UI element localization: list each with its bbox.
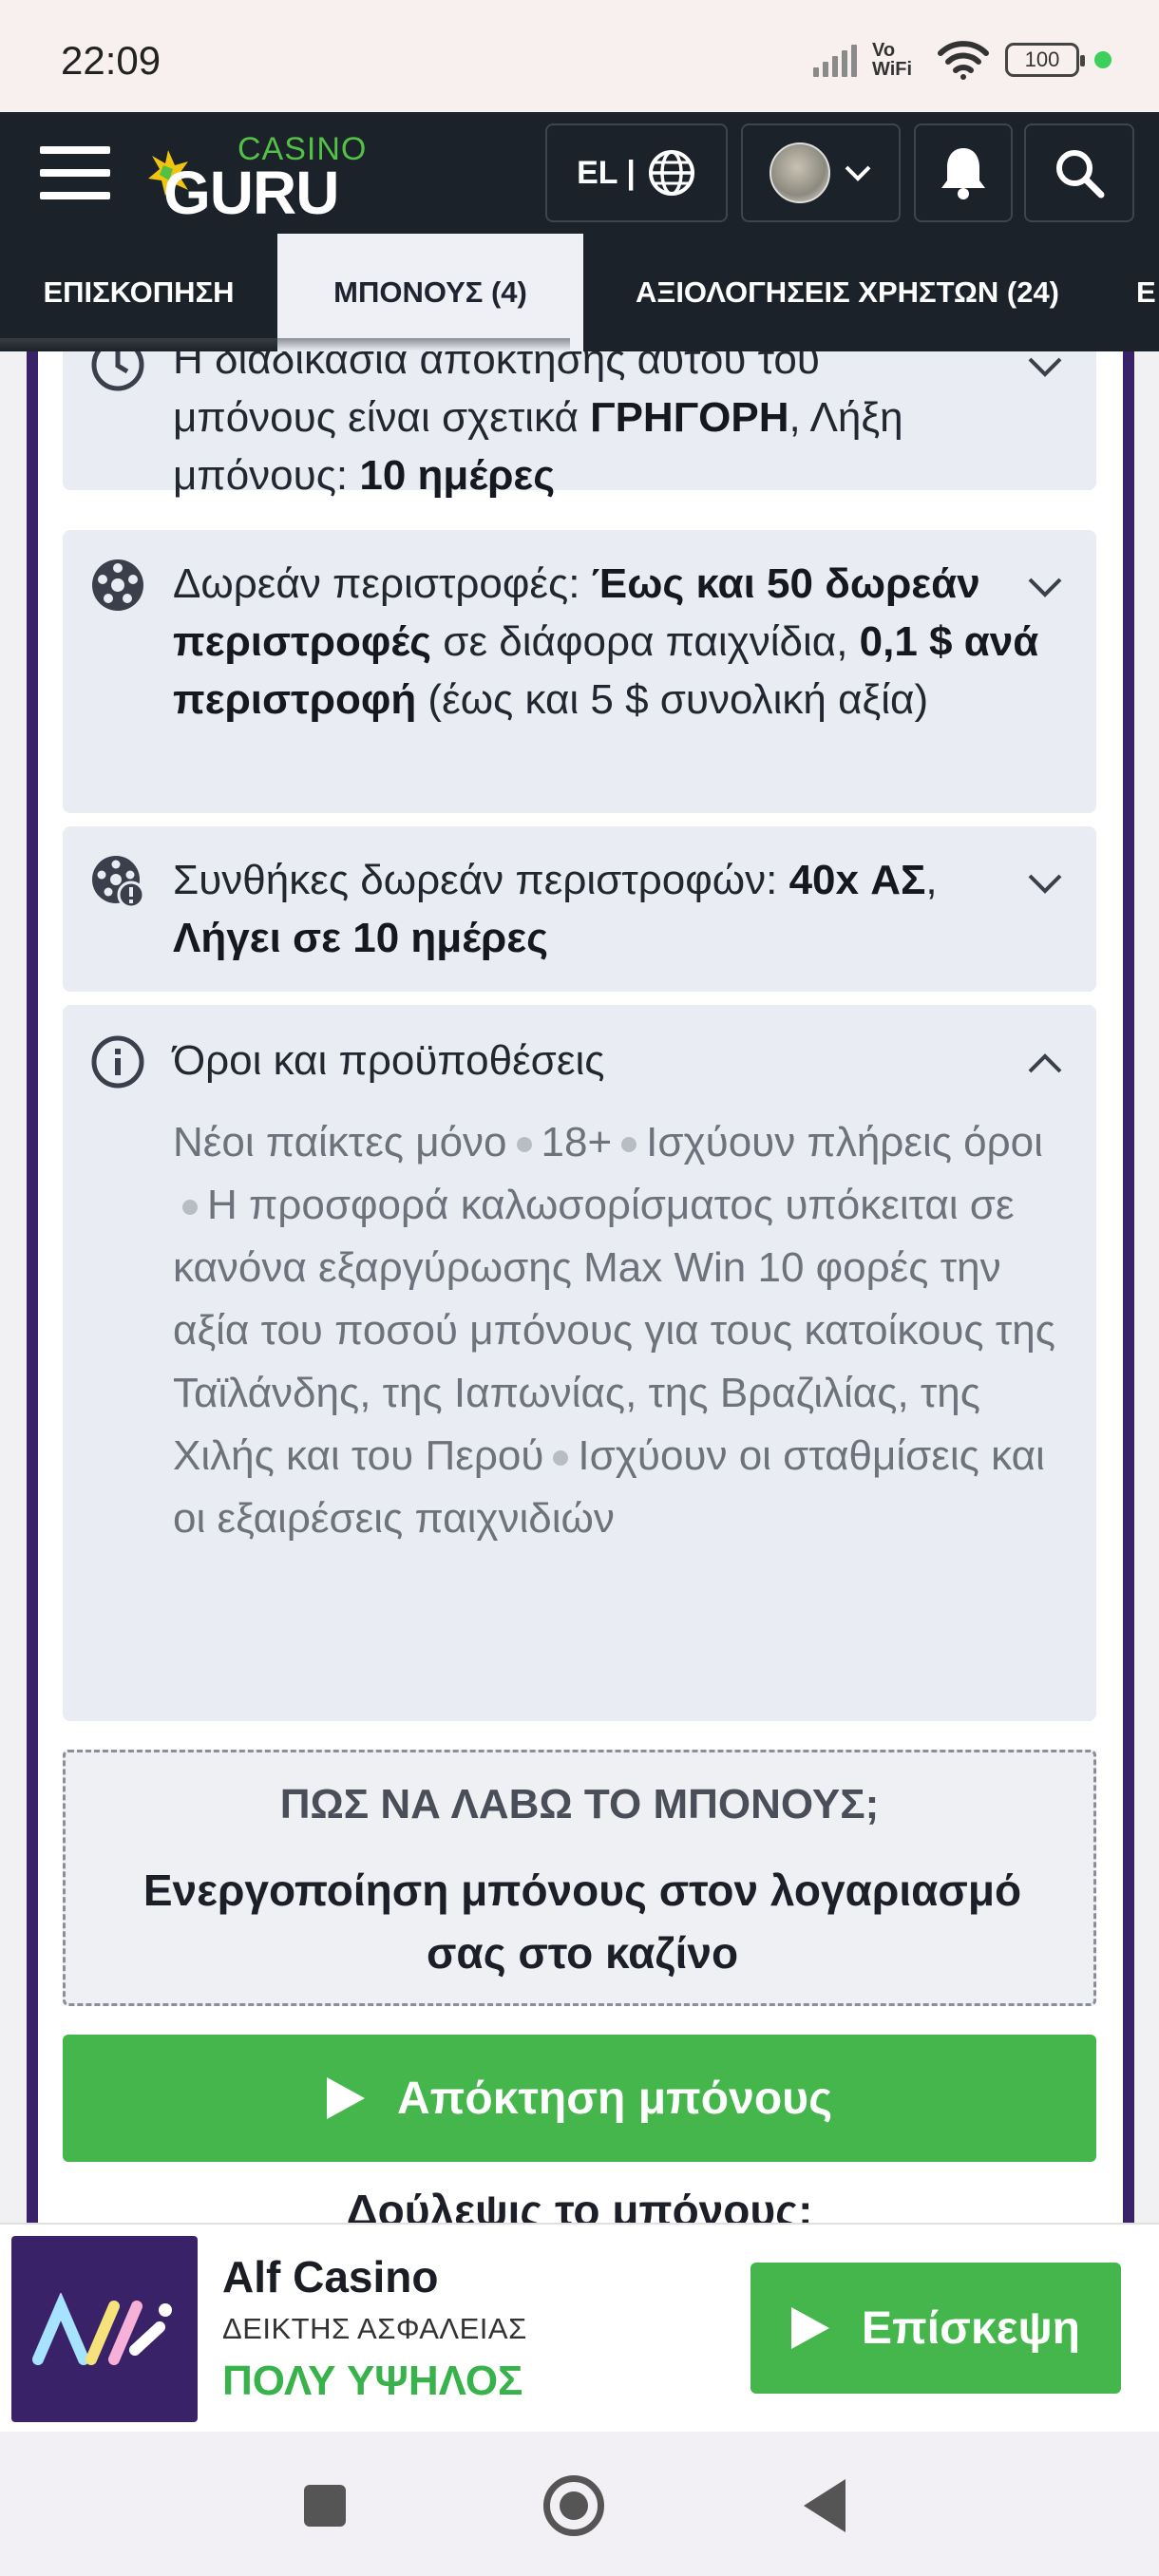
status-time: 22:09 [61, 38, 162, 83]
speed-line3-pre: μπόνους: [173, 452, 360, 499]
terms-title: Όροι και προϋποθέσεις [173, 1037, 605, 1084]
site-header: CASINO GURU EL | [0, 112, 1159, 234]
status-icons: Vo WiFi 100 [813, 36, 1112, 84]
language-label: EL | [577, 154, 636, 191]
play-icon [326, 2077, 365, 2119]
chevron-down-icon [1028, 357, 1062, 377]
chevron-down-icon [845, 165, 871, 181]
speed-line1: Η διαδικασία απόκτησης αυτού του [173, 351, 820, 383]
privacy-indicator-dot [1094, 51, 1112, 68]
card-frame-right [1123, 351, 1134, 2223]
recent-apps-button[interactable] [304, 2485, 346, 2527]
tab-next-partial[interactable]: Ε [1136, 234, 1159, 351]
free-spins-prefix: Δωρεάν περιστροφές: [173, 560, 592, 607]
wagering-value: 40x ΑΣ [788, 857, 926, 903]
free-spins-wheel-icon [92, 559, 143, 611]
clock-icon [91, 351, 144, 391]
bullet-dot [182, 1200, 198, 1216]
free-spins-text: Δωρεάν περιστροφές: Έως και 50 δωρεάν πε… [173, 555, 1056, 729]
terms-item: 18+ [541, 1119, 613, 1165]
menu-icon[interactable] [40, 146, 110, 199]
wheel-warning-icon [92, 856, 145, 909]
bonus-speed-text: Η διαδικασία απόκτησης αυτού του μπόνους… [173, 351, 1056, 504]
bullet-dot [516, 1137, 532, 1153]
back-button[interactable] [804, 2479, 846, 2532]
search-icon [1056, 150, 1105, 199]
system-navigation-bar [0, 2432, 1159, 2576]
casino-guru-logo[interactable]: CASINO GURU [142, 131, 366, 227]
alf-casino-logo[interactable] [11, 2236, 198, 2422]
language-selector[interactable]: EL | [545, 123, 728, 222]
tab-user-reviews[interactable]: ΑΞΙΟΛΟΓΗΣΕΙΣ ΧΡΗΣΤΩΝ (24) [583, 234, 1112, 351]
signal-icon [813, 43, 857, 77]
spin-conditions-row[interactable]: Συνθήκες δωρεάν περιστροφών: 40x ΑΣ, Λήγ… [63, 826, 1096, 992]
bell-icon [941, 148, 985, 199]
vowifi-label: Vo WiFi [872, 40, 913, 80]
home-button[interactable] [543, 2475, 604, 2536]
alf-logo-mark-icon [32, 2293, 172, 2365]
safety-index-label: ΔΕΙΚΤΗΣ ΑΣΦΑΛΕΙΑΣ [222, 2312, 527, 2345]
visit-label: Επίσκεψη [862, 2302, 1080, 2354]
chevron-down-icon [1028, 874, 1062, 894]
terms-conditions-row[interactable]: Όροι και προϋποθέσεις Νέοι παίκτες μόνο 1… [63, 1005, 1096, 1721]
safety-index-value: ΠΟΛΥ ΥΨΗΛΟΣ [222, 2358, 523, 2404]
claim-bonus-label: Απόκτηση μπόνους [396, 2073, 833, 2124]
tab-bonuses[interactable]: ΜΠΟΝΟΥΣ (4) [277, 234, 583, 351]
tab-overview[interactable]: ΕΠΙΣΚΟΠΗΣΗ [0, 234, 277, 351]
battery-icon: 100 [1005, 43, 1085, 77]
terms-item: Νέοι παίκτες μόνο [173, 1119, 507, 1165]
free-spins-mid: σε διάφορα παιχνίδια, [431, 618, 860, 665]
spin-conditions-prefix: Συνθήκες δωρεάν περιστροφών: [173, 857, 789, 903]
speed-value: ΓΡΗΓΟΡΗ [590, 394, 789, 441]
terms-list: Νέοι παίκτες μόνο 18+ Ισχύουν πλήρεις όροι… [173, 1111, 1056, 1550]
card-frame-left [27, 351, 38, 2223]
status-bar: 22:09 Vo WiFi 100 [0, 0, 1159, 112]
bonus-details: Η διαδικασία απόκτησης αυτού του μπόνους… [0, 351, 1159, 2223]
visit-casino-button[interactable]: Επίσκεψη [750, 2263, 1121, 2394]
terms-item: Ισχύουν πλήρεις όροι [646, 1119, 1043, 1165]
bullet-dot [553, 1450, 569, 1467]
chevron-down-icon [1028, 578, 1062, 597]
search-button[interactable] [1024, 123, 1134, 222]
spin-conditions-text: Συνθήκες δωρεάν περιστροφών: 40x ΑΣ, Λήγ… [173, 851, 1056, 967]
claim-bonus-button[interactable]: Απόκτηση μπόνους [63, 2035, 1096, 2162]
wagering-section-heading: Δούλεψις το μπόνους: [346, 2186, 813, 2223]
how-to-claim-title: ΠΩΣ ΝΑ ΛΑΒΩ ΤΟ ΜΠΟΝΟΥΣ; [279, 1781, 880, 1828]
speed-line2-pre: μπόνους είναι σχετικά [173, 394, 591, 441]
how-to-claim-box: ΠΩΣ ΝΑ ΛΑΒΩ ΤΟ ΜΠΟΝΟΥΣ; Ενεργοποίηση μπό… [63, 1750, 1096, 2006]
bonus-speed-row[interactable]: Η διαδικασία απόκτησης αυτού του μπόνους… [63, 351, 1096, 499]
how-to-claim-text: Ενεργοποίηση μπόνους στον λογαριασμό σας… [142, 1866, 1022, 1978]
logo-guru-text: GURU [163, 159, 339, 227]
bonus-expiry-value: 10 ημέρες [359, 452, 556, 499]
bullet-dot [621, 1137, 637, 1153]
chevron-up-icon [1028, 1053, 1062, 1073]
avatar [770, 142, 830, 203]
info-icon [91, 1035, 144, 1089]
ad-casino-name: Alf Casino [222, 2252, 439, 2301]
casino-promo-bar: Alf Casino ΔΕΙΚΤΗΣ ΑΣΦΑΛΕΙΑΣ ΠΟΛΥ ΥΨΗΛΟΣ… [0, 2223, 1159, 2432]
notifications-button[interactable] [914, 123, 1013, 222]
user-account-menu[interactable] [741, 123, 901, 222]
spin-conditions-separator: , [925, 857, 938, 903]
free-spins-suffix: (έως και 5 $ συνολική αξία) [416, 676, 929, 723]
play-icon [791, 2307, 830, 2349]
spins-expiry-value: Λήγει σε 10 ημέρες [173, 915, 549, 961]
wifi-icon [938, 41, 989, 80]
free-spins-row[interactable]: Δωρεάν περιστροφές: Έως και 50 δωρεάν πε… [63, 530, 1096, 813]
speed-line2-post: , Λήξη [788, 394, 903, 441]
globe-icon [648, 150, 694, 196]
tab-shadow [0, 338, 570, 351]
casino-tabs: ΕΠΙΣΚΟΠΗΣΗ ΜΠΟΝΟΥΣ (4) ΑΞΙΟΛΟΓΗΣΕΙΣ ΧΡΗΣ… [0, 234, 1159, 351]
